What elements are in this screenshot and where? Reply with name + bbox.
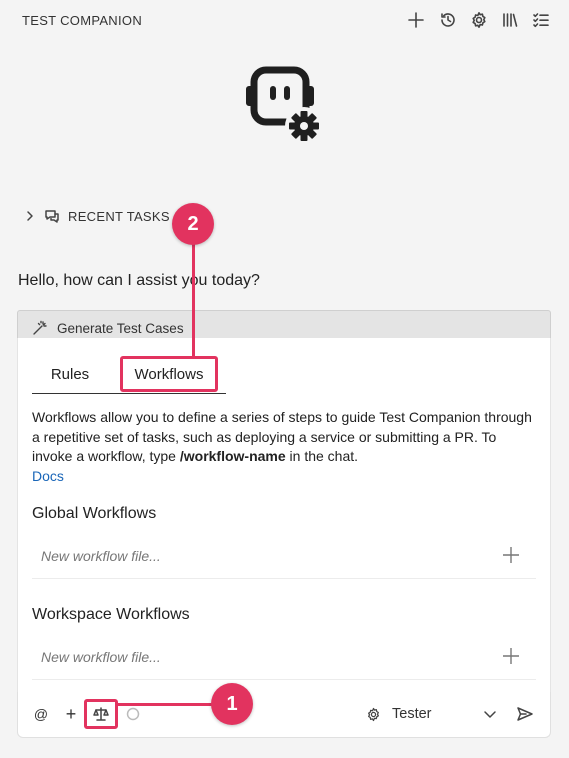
robot-gear-icon: [244, 64, 326, 146]
global-workflows-title: Global Workflows: [32, 505, 157, 522]
callout-1-line: [118, 703, 214, 706]
plus-icon[interactable]: [405, 9, 427, 31]
add-workspace-workflow-icon[interactable]: [500, 645, 522, 667]
workspace-workflow-input[interactable]: New workflow file...: [41, 649, 161, 665]
mode-gear-icon[interactable]: [364, 703, 382, 725]
callout-2-line: [192, 232, 195, 358]
tab-rules[interactable]: Rules: [32, 356, 108, 392]
send-icon[interactable]: [514, 703, 536, 725]
global-workflow-new-row[interactable]: New workflow file...: [32, 535, 536, 579]
mention-button[interactable]: @: [32, 703, 50, 725]
tab-workflows[interactable]: Workflows: [120, 356, 218, 392]
greeting-text: Hello, how can I assist you today?: [18, 272, 260, 289]
workspace-workflow-new-row[interactable]: New workflow file...: [32, 636, 536, 680]
checklist-icon[interactable]: [530, 9, 552, 31]
workspace-workflows-title: Workspace Workflows: [32, 606, 190, 623]
callout-2: 2: [172, 203, 214, 245]
recent-tasks-toggle[interactable]: RECENT TASKS: [24, 206, 170, 226]
app-title: TEST COMPANION: [22, 13, 143, 28]
scale-icon: [93, 707, 109, 721]
generate-test-cases-button[interactable]: Generate Test Cases: [32, 320, 184, 336]
chevron-down-icon[interactable]: [480, 703, 500, 725]
workflows-description: Workflows allow you to define a series o…: [32, 408, 532, 486]
docs-link[interactable]: Docs: [32, 468, 64, 484]
magic-wand-icon: [33, 320, 47, 335]
recent-tasks-label: RECENT TASKS: [68, 208, 170, 224]
chevron-right-icon: [27, 211, 33, 221]
add-context-button[interactable]: +: [62, 703, 80, 725]
mode-select[interactable]: Tester: [392, 703, 452, 725]
description-tail: in the chat.: [285, 448, 359, 464]
history-icon[interactable]: [437, 9, 459, 31]
gear-icon[interactable]: [468, 9, 490, 31]
callout-1: 1: [211, 683, 253, 725]
status-circle-icon: [125, 703, 141, 725]
global-workflow-input[interactable]: New workflow file...: [41, 548, 161, 564]
rules-scale-button[interactable]: [84, 699, 118, 729]
workflow-command: /workflow-name: [179, 448, 286, 464]
generate-test-cases-label: Generate Test Cases: [57, 320, 184, 336]
library-icon[interactable]: [499, 9, 521, 31]
add-global-workflow-icon[interactable]: [500, 544, 522, 566]
tab-bar: Rules Workflows: [32, 356, 226, 394]
chat-bubbles-icon: [45, 210, 59, 223]
